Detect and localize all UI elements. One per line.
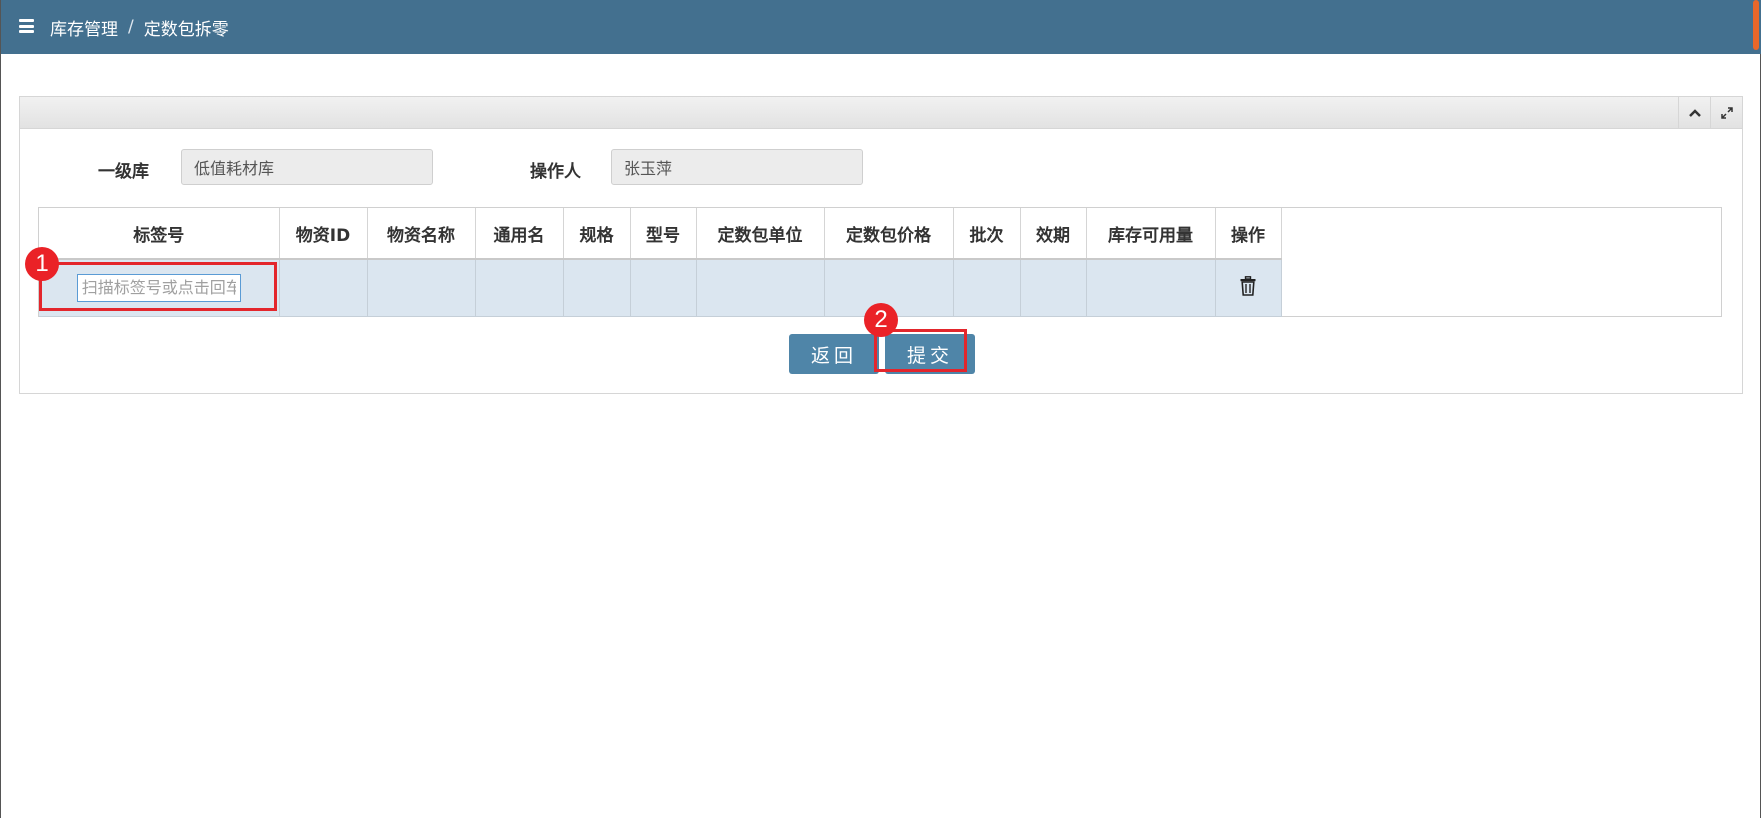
table-cell: [475, 259, 564, 317]
top-bar: 库存管理 / 定数包拆零: [1, 0, 1761, 54]
col-header-tag: 标签号: [39, 208, 280, 260]
col-header-expiry: 效期: [1020, 208, 1087, 260]
panel-header: [20, 97, 1742, 129]
trash-icon[interactable]: [1240, 275, 1256, 300]
col-header-spec: 规格: [563, 208, 631, 260]
col-header-pack-unit: 定数包单位: [696, 208, 825, 260]
back-button[interactable]: 返回: [789, 334, 879, 374]
chevron-up-icon[interactable]: [1678, 97, 1710, 129]
col-header-common-name: 通用名: [475, 208, 564, 260]
fullscreen-icon[interactable]: [1710, 97, 1742, 129]
step-marker-1: 1: [25, 247, 59, 281]
breadcrumb-separator: /: [128, 17, 134, 37]
col-header-available-stock: 库存可用量: [1086, 208, 1216, 260]
step-marker-2: 2: [864, 303, 898, 337]
warehouse-field[interactable]: [181, 149, 433, 185]
table-cell: [1086, 259, 1216, 317]
table-cell-action: [1215, 259, 1282, 317]
form-row: 一级库 操作人: [20, 149, 1742, 185]
col-header-material-id: 物资ID: [279, 208, 368, 260]
hamburger-icon[interactable]: [19, 19, 34, 33]
col-header-batch: 批次: [953, 208, 1021, 260]
col-header-material-name: 物资名称: [367, 208, 476, 260]
operator-label: 操作人: [530, 162, 581, 182]
table-header-row: 标签号 物资ID 物资名称 通用名 规格 型号 定数包单位 定数包价格 批次 效…: [39, 208, 1282, 260]
submit-button[interactable]: 提交: [885, 334, 975, 374]
warehouse-label: 一级库: [98, 162, 149, 182]
app-window: 库存管理 / 定数包拆零 一级库 操作人: [0, 0, 1761, 818]
table-cell-tag: [39, 259, 280, 317]
panel-tools: [1678, 97, 1742, 129]
detail-table: 标签号 物资ID 物资名称 通用名 规格 型号 定数包单位 定数包价格 批次 效…: [38, 207, 1722, 317]
breadcrumb-item-current: 定数包拆零: [143, 19, 229, 40]
operator-field[interactable]: [611, 149, 863, 185]
breadcrumb-item-inventory[interactable]: 库存管理: [50, 15, 118, 40]
table-cell: [953, 259, 1021, 317]
scrollbar-thumb[interactable]: [1753, 0, 1759, 50]
col-header-model: 型号: [630, 208, 697, 260]
main-panel: 一级库 操作人 标签号 物资ID 物资名称 通用名 规格 型号 定数包单位 定数…: [19, 96, 1743, 394]
col-header-pack-price: 定数包价格: [824, 208, 954, 260]
table-cell: [563, 259, 631, 317]
table-cell: [279, 259, 368, 317]
table-cell: [1020, 259, 1087, 317]
col-header-action: 操作: [1215, 208, 1282, 260]
table-cell: [367, 259, 476, 317]
table-cell: [630, 259, 697, 317]
table-cell: [696, 259, 825, 317]
tag-scan-input[interactable]: [76, 273, 241, 302]
table-row: [39, 259, 1282, 317]
